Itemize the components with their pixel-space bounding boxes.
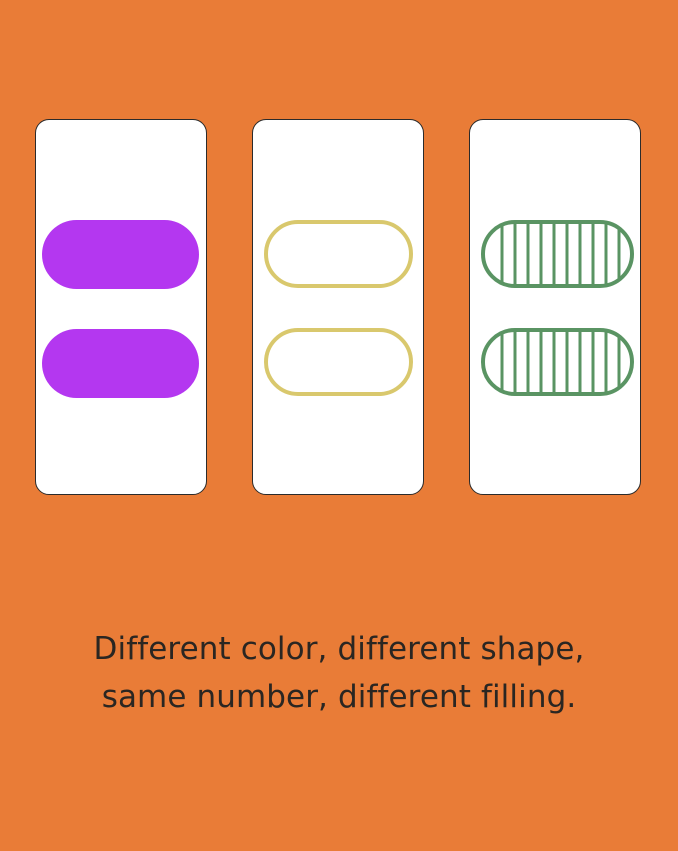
card-yellow-empty[interactable] [252, 119, 424, 495]
pill-shape [481, 328, 634, 396]
pill-shape [264, 220, 413, 288]
pill-shape [481, 220, 634, 288]
card-row [35, 119, 641, 497]
stripes [500, 222, 621, 286]
card-green-striped-shapes [481, 220, 634, 396]
caption-line-1: Different color, different shape, [93, 631, 585, 667]
pill-shape [42, 329, 199, 398]
caption-line-2: same number, different filling. [101, 679, 577, 715]
card-green-striped[interactable] [469, 119, 641, 495]
card-purple-solid-shapes [42, 220, 199, 398]
caption: Different color, different shape, same n… [0, 625, 678, 721]
stripes [500, 330, 621, 394]
card-purple-solid[interactable] [35, 119, 207, 495]
pill-shape [264, 328, 413, 396]
pill-shape [42, 220, 199, 289]
card-yellow-empty-shapes [264, 220, 413, 396]
